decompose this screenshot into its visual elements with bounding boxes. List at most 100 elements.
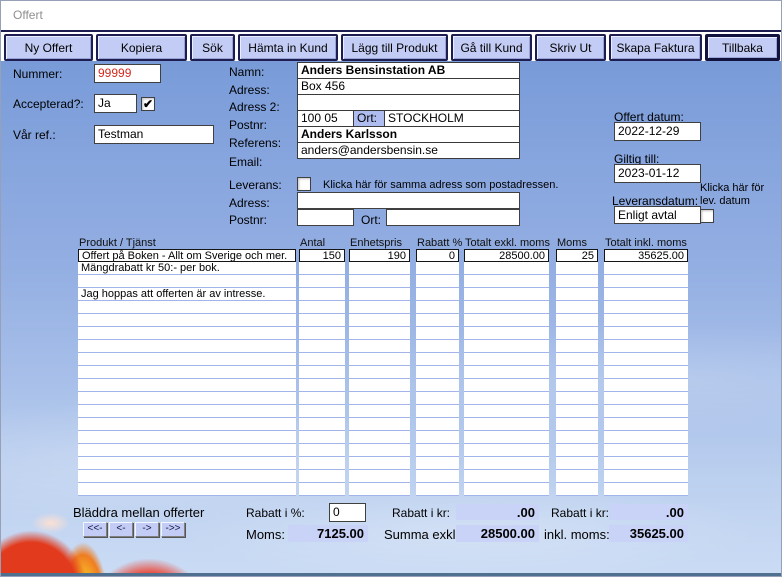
table-cell[interactable] — [78, 392, 296, 405]
table-cell[interactable] — [416, 457, 459, 470]
postnr-field[interactable]: 100 05 — [297, 110, 354, 127]
table-cell[interactable] — [464, 431, 549, 444]
table-cell[interactable] — [604, 353, 688, 366]
table-cell[interactable] — [416, 288, 459, 301]
email-field[interactable]: anders@andersbensin.se — [297, 142, 520, 159]
table-cell[interactable] — [78, 301, 296, 314]
table-cell[interactable] — [464, 288, 549, 301]
table-cell[interactable] — [604, 340, 688, 353]
table-cell[interactable] — [78, 314, 296, 327]
table-cell[interactable] — [556, 366, 598, 379]
adress2-field[interactable] — [297, 94, 520, 111]
table-cell[interactable] — [604, 431, 688, 444]
table-cell[interactable] — [556, 431, 598, 444]
table-cell[interactable] — [464, 444, 549, 457]
table-cell[interactable] — [78, 431, 296, 444]
table-cell[interactable] — [299, 483, 345, 496]
table-cell[interactable] — [78, 366, 296, 379]
table-cell[interactable] — [299, 288, 345, 301]
table-cell[interactable] — [464, 379, 549, 392]
browse-prev-button[interactable]: <- — [109, 522, 133, 537]
table-cell[interactable] — [78, 470, 296, 483]
table-cell[interactable] — [556, 418, 598, 431]
table-cell[interactable] — [464, 392, 549, 405]
table-cell[interactable] — [416, 470, 459, 483]
table-cell[interactable] — [464, 457, 549, 470]
var-ref-field[interactable]: Testman — [94, 125, 214, 144]
table-cell[interactable] — [604, 327, 688, 340]
table-cell[interactable] — [416, 444, 459, 457]
table-cell[interactable] — [556, 483, 598, 496]
table-cell[interactable]: 28500.00 — [464, 249, 549, 262]
lev-datum-checkbox[interactable] — [700, 209, 714, 223]
table-cell[interactable] — [299, 444, 345, 457]
table-cell[interactable] — [78, 405, 296, 418]
table-cell[interactable] — [556, 301, 598, 314]
table-cell[interactable] — [349, 275, 410, 288]
table-cell[interactable]: 0 — [416, 249, 459, 262]
add-product-button[interactable]: Lägg till Produkt — [341, 34, 448, 61]
table-cell[interactable]: 25 — [556, 249, 598, 262]
table-cell[interactable] — [556, 392, 598, 405]
giltig-till-field[interactable]: 2023-01-12 — [614, 164, 701, 183]
table-cell[interactable] — [416, 392, 459, 405]
table-cell[interactable] — [349, 379, 410, 392]
table-cell[interactable] — [78, 418, 296, 431]
table-cell[interactable] — [556, 353, 598, 366]
table-cell[interactable] — [604, 379, 688, 392]
table-cell[interactable] — [349, 288, 410, 301]
table-cell[interactable]: Jag hoppas att offerten är av intresse. — [78, 288, 296, 301]
table-cell[interactable] — [349, 392, 410, 405]
adress-field[interactable]: Box 456 — [297, 78, 520, 95]
create-invoice-button[interactable]: Skapa Faktura — [609, 34, 702, 61]
leverans-same-address-checkbox[interactable] — [297, 177, 311, 191]
table-cell[interactable] — [556, 262, 598, 275]
table-cell[interactable] — [464, 366, 549, 379]
table-cell[interactable] — [416, 340, 459, 353]
table-cell[interactable]: 150 — [299, 249, 345, 262]
table-cell[interactable] — [299, 457, 345, 470]
lev-ort-field[interactable] — [386, 209, 520, 226]
fetch-customer-button[interactable]: Hämta in Kund — [238, 34, 338, 61]
namn-field[interactable]: Anders Bensinstation AB — [297, 62, 520, 79]
table-cell[interactable] — [464, 314, 549, 327]
copy-button[interactable]: Kopiera — [96, 34, 187, 61]
table-cell[interactable] — [349, 314, 410, 327]
table-cell[interactable] — [299, 379, 345, 392]
table-cell[interactable] — [556, 340, 598, 353]
table-cell[interactable] — [416, 431, 459, 444]
table-cell[interactable] — [416, 301, 459, 314]
table-cell[interactable] — [604, 366, 688, 379]
accepterad-field[interactable]: Ja — [94, 94, 137, 113]
table-cell[interactable] — [416, 366, 459, 379]
table-cell[interactable] — [556, 379, 598, 392]
browse-last-button[interactable]: ->> — [161, 522, 185, 537]
table-cell[interactable] — [349, 405, 410, 418]
search-button[interactable]: Sök — [190, 34, 235, 61]
table-cell[interactable] — [78, 444, 296, 457]
table-cell[interactable] — [464, 327, 549, 340]
table-cell[interactable] — [464, 353, 549, 366]
table-cell[interactable]: Offert på Boken - Allt om Sverige och me… — [78, 249, 296, 262]
new-offer-button[interactable]: Ny Offert — [4, 34, 93, 61]
offert-datum-field[interactable]: 2022-12-29 — [614, 122, 701, 141]
table-cell[interactable] — [349, 366, 410, 379]
table-cell[interactable] — [604, 392, 688, 405]
table-cell[interactable] — [464, 405, 549, 418]
table-cell[interactable] — [416, 483, 459, 496]
table-cell[interactable] — [416, 353, 459, 366]
table-cell[interactable] — [556, 327, 598, 340]
table-cell[interactable] — [349, 457, 410, 470]
table-cell[interactable] — [416, 327, 459, 340]
table-cell[interactable] — [349, 483, 410, 496]
table-cell[interactable] — [556, 314, 598, 327]
table-cell[interactable] — [604, 275, 688, 288]
table-cell[interactable] — [349, 262, 410, 275]
table-cell[interactable] — [604, 301, 688, 314]
table-cell[interactable] — [604, 483, 688, 496]
table-cell[interactable] — [299, 431, 345, 444]
browse-first-button[interactable]: <<- — [83, 522, 107, 537]
table-cell[interactable] — [78, 340, 296, 353]
table-cell[interactable] — [604, 288, 688, 301]
table-cell[interactable] — [349, 418, 410, 431]
